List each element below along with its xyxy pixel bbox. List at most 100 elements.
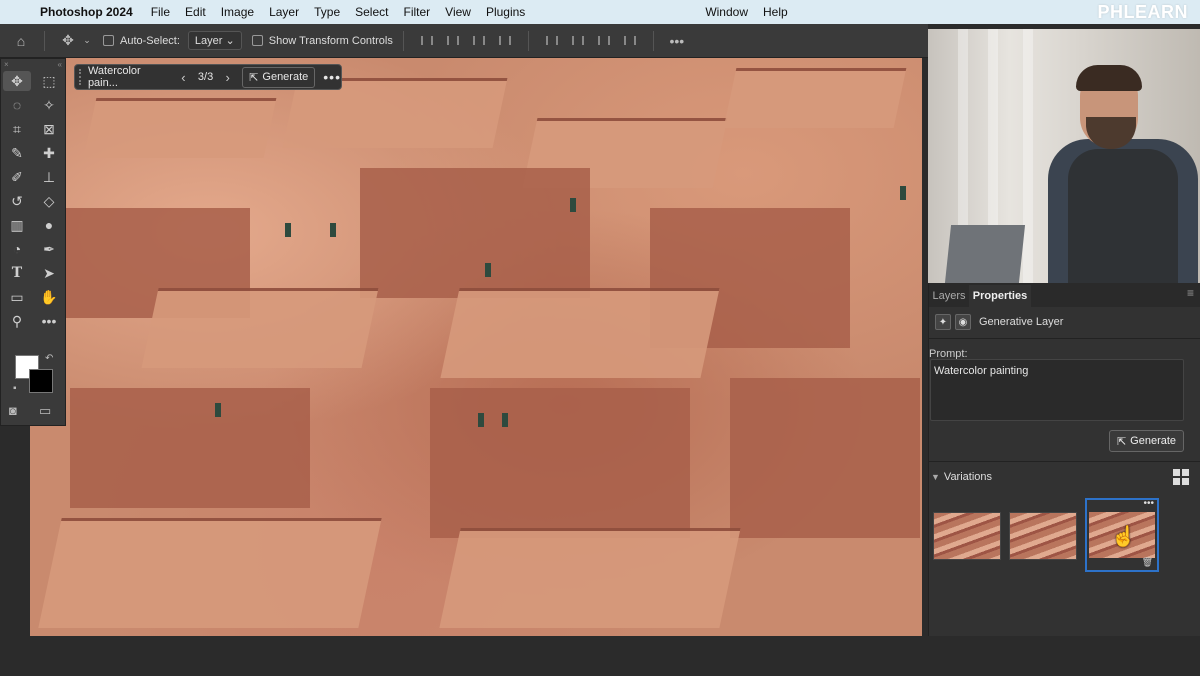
align-bottom-icon[interactable]	[593, 34, 615, 48]
chevron-down-icon[interactable]: ⌄	[81, 35, 93, 46]
prompt-textarea[interactable]: Watercolor painting	[930, 359, 1184, 421]
menu-select[interactable]: Select	[355, 5, 388, 19]
home-icon[interactable]: ⌂	[8, 33, 34, 49]
variations-label: Variations	[943, 470, 993, 483]
menu-file[interactable]: File	[151, 5, 170, 19]
default-colors-icon[interactable]: ▪	[13, 383, 17, 394]
divider	[929, 338, 1200, 339]
blur-icon[interactable]: ●	[33, 213, 65, 237]
history-brush-icon[interactable]: ↺	[1, 189, 33, 213]
transform-controls-checkbox[interactable]	[251, 35, 263, 46]
trash-icon[interactable]: 🗑	[1142, 557, 1153, 568]
drag-handle[interactable]	[79, 69, 82, 85]
stamp-icon[interactable]: ⊥	[33, 165, 65, 189]
brush-icon[interactable]: ✐	[1, 165, 33, 189]
align-center-icon[interactable]	[442, 34, 464, 48]
divider	[402, 30, 404, 51]
eyedropper-icon[interactable]: ✎	[1, 141, 33, 165]
menu-view[interactable]: View	[445, 5, 471, 19]
menu-image[interactable]: Image	[221, 5, 254, 19]
laptop	[944, 225, 1026, 283]
more-options-icon[interactable]: •••	[664, 33, 690, 49]
variations-header[interactable]: ▼ Variations	[929, 461, 1200, 491]
panel-grip[interactable]: × «	[1, 59, 65, 69]
presenter-hair	[1076, 65, 1142, 91]
previous-variation-icon[interactable]: ‹	[175, 70, 192, 85]
contextual-task-bar: Watercolor pain... ‹ 3/3 › ⇱ Generate ••…	[74, 64, 342, 90]
auto-select-label: Auto-Select:	[120, 34, 180, 47]
panel-menu-icon[interactable]: ≡	[1181, 286, 1200, 307]
document-canvas[interactable]	[30, 58, 922, 636]
variation-thumbnail-1[interactable]	[933, 512, 1001, 560]
tools-panel: × « ✥ ⬚ ◌ ✧ ⌗ ⊠ ✎ ✚ ✐ ⊥ ↺ ◇ ▥ ● ◔ ✒ T ➤ ▭…	[0, 58, 66, 426]
pen-icon[interactable]: ✒	[33, 237, 65, 261]
rectangle-icon[interactable]: ▭	[1, 285, 33, 309]
divider	[652, 30, 654, 51]
zoom-icon[interactable]: ⚲	[1, 309, 33, 333]
divider	[44, 30, 45, 51]
generate-icon: ⇱	[1116, 435, 1127, 448]
lasso-icon[interactable]: ◌	[1, 93, 33, 117]
canvas-window	[485, 263, 491, 277]
canvas-roof	[439, 528, 741, 628]
more-tools-icon[interactable]: •••	[33, 309, 65, 333]
swap-colors-icon[interactable]: ↶	[45, 353, 53, 364]
menu-layer[interactable]: Layer	[269, 5, 299, 19]
menu-edit[interactable]: Edit	[185, 5, 206, 19]
variation-thumbnail-2[interactable]	[1009, 512, 1077, 560]
move-icon[interactable]: ✥	[3, 71, 31, 91]
hand-icon[interactable]: ✋	[33, 285, 65, 309]
distribute-icon[interactable]	[494, 34, 516, 48]
canvas-roof	[38, 518, 382, 628]
tab-layers[interactable]: Layers	[929, 285, 969, 307]
menu-filter[interactable]: Filter	[403, 5, 430, 19]
eraser-icon[interactable]: ◇	[33, 189, 65, 213]
canvas-window	[215, 403, 221, 417]
menu-help[interactable]: Help	[763, 5, 788, 19]
move-tool-icon[interactable]: ✥	[55, 32, 81, 49]
dodge-icon[interactable]: ◔	[1, 237, 33, 261]
type-icon[interactable]: T	[1, 261, 33, 285]
prompt-label: Prompt:	[929, 348, 968, 360]
screen-mode-icon[interactable]: ▭	[39, 403, 51, 419]
background-color-swatch[interactable]	[29, 369, 53, 393]
auto-select-checkbox[interactable]	[103, 35, 114, 46]
canvas-wall	[360, 168, 590, 298]
generate-button[interactable]: ⇱ Generate	[1109, 430, 1184, 452]
generate-icon: ⇱	[249, 71, 259, 84]
presenter-webcam	[928, 29, 1200, 283]
menu-bar: Photoshop 2024 File Edit Image Layer Typ…	[0, 0, 1200, 24]
distribute-vertical-icon[interactable]	[619, 34, 641, 48]
next-variation-icon[interactable]: ›	[219, 70, 236, 85]
grid-view-icon[interactable]	[1173, 468, 1189, 485]
path-select-icon[interactable]: ➤	[33, 261, 65, 285]
hand-cursor-icon: ☝	[1111, 526, 1136, 548]
more-options-icon[interactable]: •••	[1143, 498, 1154, 509]
window-blind	[1023, 29, 1033, 283]
align-middle-icon[interactable]	[567, 34, 589, 48]
variation-thumbnail-3[interactable]: ••• 🗑 ☝	[1085, 498, 1159, 572]
align-right-icon[interactable]	[468, 34, 490, 48]
menu-app-name[interactable]: Photoshop 2024	[40, 5, 133, 19]
canvas-wall	[70, 388, 310, 508]
canvas-window	[478, 413, 484, 427]
chevron-down-icon[interactable]: ▼	[931, 472, 940, 482]
quick-mask-icon[interactable]: ◙	[9, 403, 17, 418]
menu-window[interactable]: Window	[705, 5, 748, 19]
auto-select-dropdown[interactable]: Layer ⌄	[187, 31, 242, 50]
magic-wand-icon[interactable]: ✧	[33, 93, 65, 117]
frame-icon[interactable]: ⊠	[33, 117, 65, 141]
menu-type[interactable]: Type	[314, 5, 340, 19]
tab-properties[interactable]: Properties	[969, 285, 1031, 307]
gradient-icon[interactable]: ▥	[1, 213, 33, 237]
options-bar: ⌂ ✥ ⌄ Auto-Select: Layer ⌄ Show Transfor…	[0, 24, 928, 58]
contextual-generate-button[interactable]: ⇱ Generate	[242, 66, 316, 88]
menu-plugins[interactable]: Plugins	[486, 5, 525, 19]
align-top-icon[interactable]	[541, 34, 563, 48]
crop-icon[interactable]: ⌗	[1, 117, 33, 141]
align-left-icon[interactable]	[416, 34, 438, 48]
canvas-roof	[723, 68, 907, 128]
more-options-icon[interactable]: •••	[323, 69, 341, 85]
marquee-icon[interactable]: ⬚	[33, 69, 65, 93]
healing-icon[interactable]: ✚	[33, 141, 65, 165]
